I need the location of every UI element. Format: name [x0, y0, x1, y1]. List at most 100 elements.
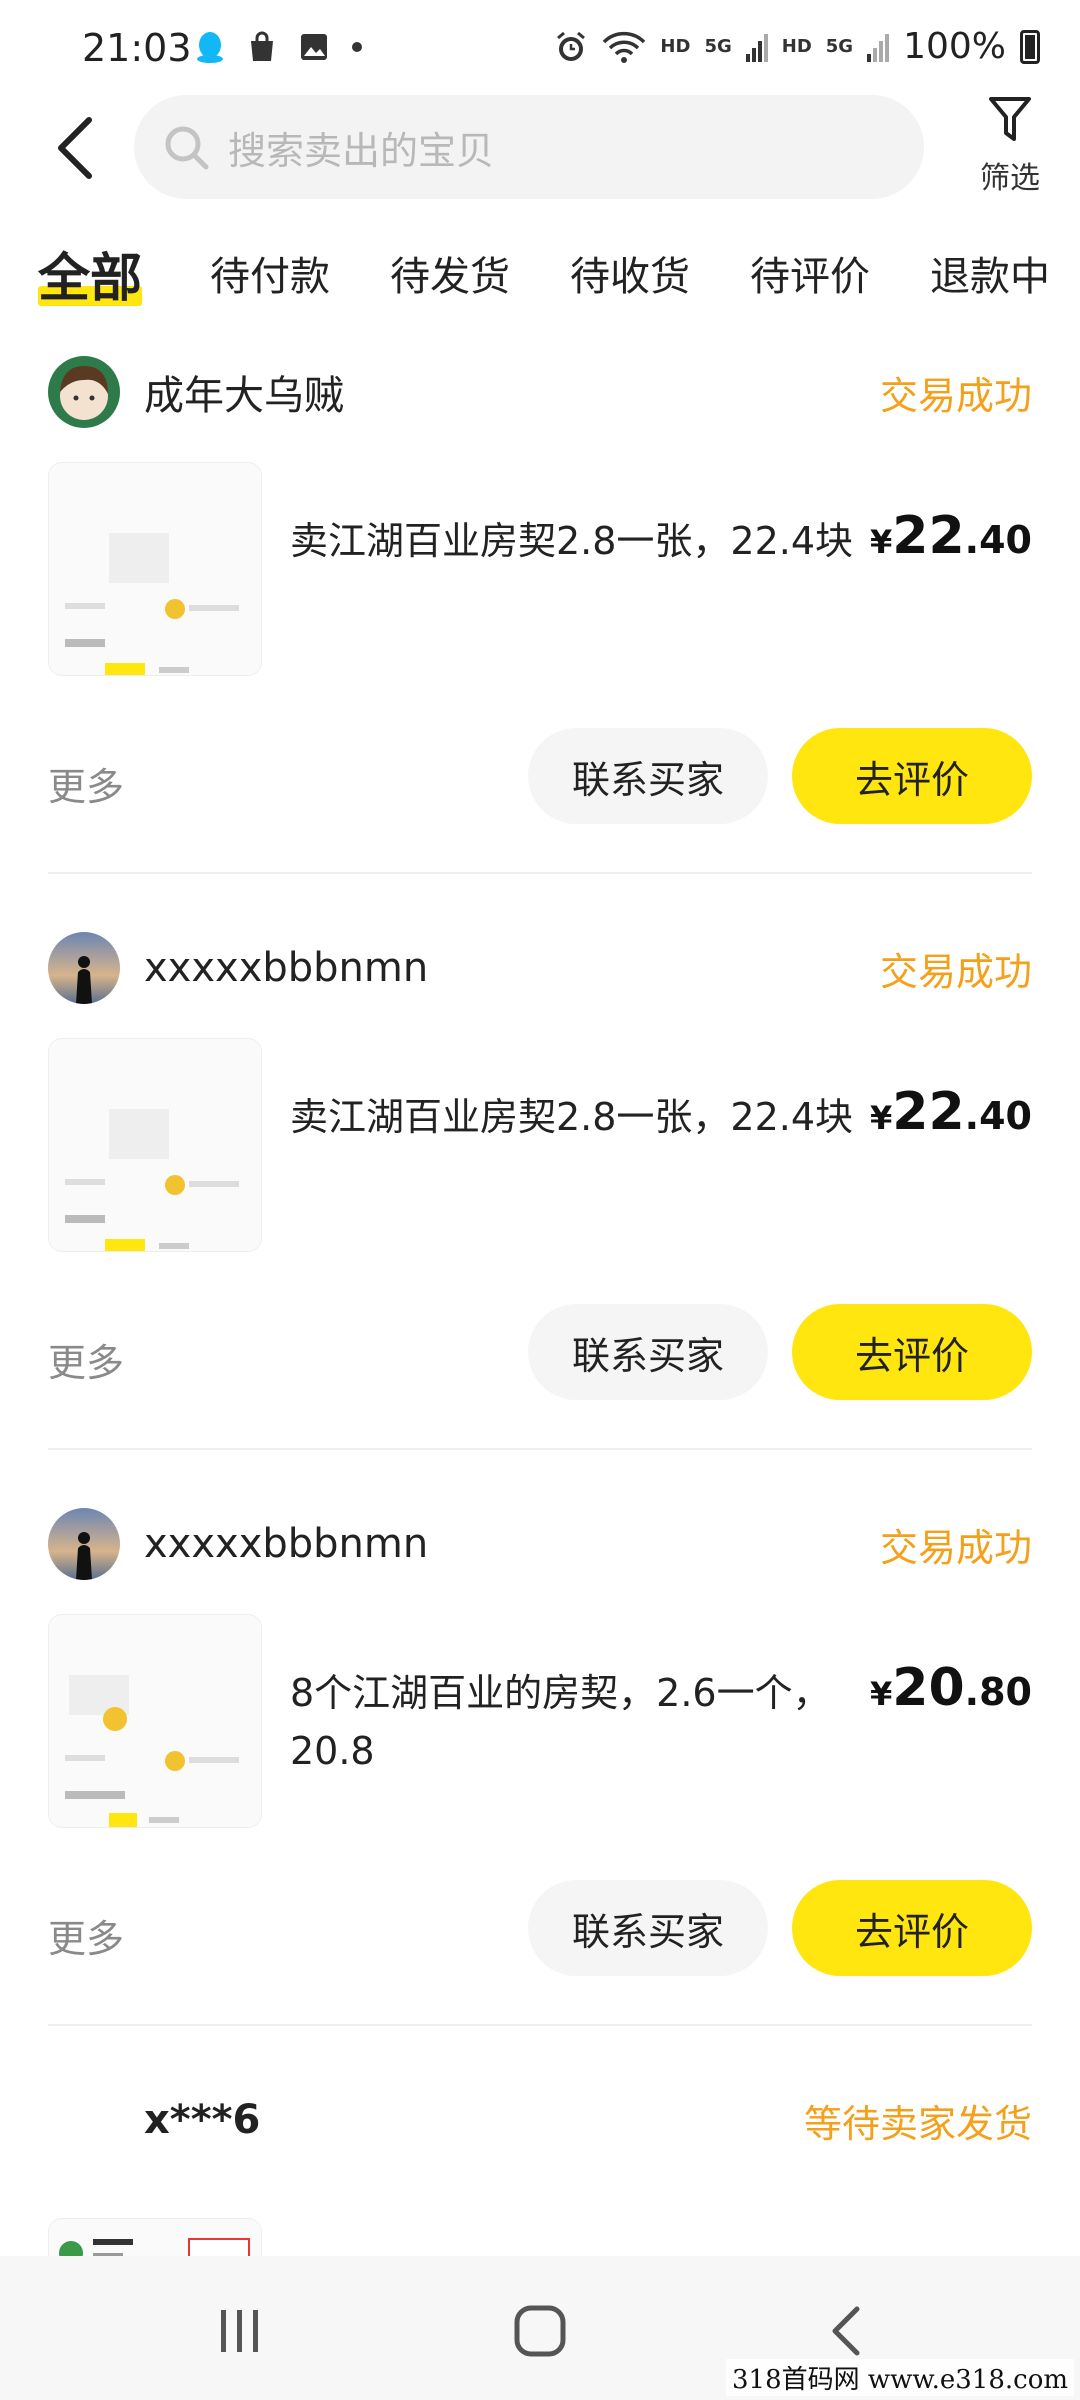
review-button[interactable]: 去评价 — [792, 1304, 1032, 1400]
product-thumbnail[interactable] — [48, 1038, 262, 1252]
order-status: 等待卖家发货 — [803, 2101, 1032, 2146]
divider — [48, 2024, 1032, 2026]
contact-buyer-button[interactable]: 联系买家 — [528, 1880, 768, 1976]
price-currency: ¥ — [870, 523, 893, 561]
price: ¥20.80 — [870, 1658, 1032, 1718]
gallery-icon — [301, 34, 327, 60]
price: ¥22.40 — [870, 1082, 1032, 1142]
buyer-row: 成年大乌贼 交易成功 — [48, 352, 1032, 432]
notification-icons — [195, 30, 363, 64]
order-status: 交易成功 — [879, 949, 1032, 994]
price-decimal: .40 — [964, 1094, 1032, 1138]
price-integer: 22 — [892, 506, 965, 566]
product-row[interactable]: 卖江湖百业房契2.8一张，22.4块 ¥22.40 — [48, 1038, 1032, 1252]
order-tabs: 全部 待付款 待发货 待收货 待评价 退款中 — [0, 236, 1080, 316]
watermark: 318首码网 www.e318.com — [726, 2359, 1074, 2396]
price-currency: ¥ — [870, 1099, 893, 1137]
network-label: 5G — [704, 36, 732, 57]
product-thumbnail[interactable] — [48, 462, 262, 676]
price-integer: 20 — [892, 1658, 965, 1718]
status-time: 21:03 — [82, 26, 192, 70]
tab-pending-payment[interactable]: 待付款 — [210, 244, 330, 302]
system-nav-bar: 318首码网 www.e318.com — [0, 2256, 1080, 2400]
wifi-icon — [603, 31, 646, 63]
search-input[interactable]: 搜索卖出的宝贝 — [134, 95, 924, 199]
order-card[interactable]: xxxxxbbbnmn 交易成功 8个江湖百业的房契，2.6一个，20.8 ¥2… — [0, 1492, 1080, 2067]
buyer-row: x***6 等待卖家发货 — [48, 2080, 1032, 2160]
order-card[interactable]: 成年大乌贼 交易成功 卖江湖百业房契2.8一张，22.4块 ¥22.40 更多 … — [0, 340, 1080, 915]
order-actions: 更多 联系买家 去评价 — [48, 1880, 1032, 1980]
chevron-left-icon — [58, 117, 92, 179]
tab-pending-review[interactable]: 待评价 — [750, 244, 870, 302]
system-back-button[interactable] — [805, 2296, 885, 2366]
system-status-icons: HD 5G HD 5G 100% — [554, 26, 1040, 67]
product-thumbnail[interactable] — [48, 2218, 262, 2256]
price: ¥22.40 — [870, 506, 1032, 566]
filter-icon — [989, 97, 1031, 141]
qq-penguin-icon — [197, 32, 223, 63]
product-row[interactable]: 卖江湖百业房契2.8一张，22.4块 ¥22.40 — [48, 462, 1032, 676]
tab-pending-shipment[interactable]: 待发货 — [390, 244, 510, 302]
status-bar: 21:03 HD 5G HD 5G 100% — [0, 0, 1080, 100]
home-icon — [514, 2305, 566, 2357]
price-decimal: .40 — [964, 518, 1032, 562]
tab-all[interactable]: 全部 — [38, 236, 142, 311]
more-link[interactable]: 更多 — [48, 1908, 124, 1963]
buyer-name: xxxxxbbbnmn — [144, 1521, 429, 1567]
divider — [48, 1448, 1032, 1450]
order-actions: 更多 联系买家 去评价 — [48, 728, 1032, 828]
contact-buyer-button[interactable]: 联系买家 — [528, 728, 768, 824]
network-label: HD — [660, 36, 691, 57]
header: 搜索卖出的宝贝 筛选 — [0, 95, 1080, 205]
divider — [48, 872, 1032, 874]
product-row[interactable]: 8个江湖百业的房契，2.6一个，20.8 ¥20.80 — [48, 1614, 1032, 1828]
buyer-row: xxxxxbbbnmn 交易成功 — [48, 928, 1032, 1008]
price-currency: ¥ — [870, 1675, 893, 1713]
recent-apps-button[interactable] — [200, 2296, 280, 2366]
filter-button[interactable]: 筛选 — [960, 95, 1060, 205]
contact-buyer-button[interactable]: 联系买家 — [528, 1304, 768, 1400]
battery-percent: 100% — [903, 26, 1006, 67]
recent-apps-icon — [221, 2310, 258, 2352]
avatar[interactable] — [48, 2084, 120, 2156]
order-card[interactable]: xxxxxbbbnmn 交易成功 卖江湖百业房契2.8一张，22.4块 ¥22.… — [0, 916, 1080, 1491]
more-link[interactable]: 更多 — [48, 1332, 124, 1387]
search-placeholder: 搜索卖出的宝贝 — [228, 128, 495, 173]
product-title[interactable]: 8个江湖百业的房契，2.6一个，20.8 — [290, 1664, 870, 1780]
alarm-icon — [557, 31, 586, 61]
price-decimal: .80 — [964, 1670, 1032, 1714]
avatar[interactable] — [48, 356, 120, 428]
product-row[interactable] — [48, 2218, 1032, 2256]
order-actions: 更多 联系买家 去评价 — [48, 1304, 1032, 1404]
avatar[interactable] — [48, 932, 120, 1004]
buyer-name: xxxxxbbbnmn — [144, 945, 429, 991]
buyer-row: xxxxxbbbnmn 交易成功 — [48, 1504, 1032, 1584]
order-status: 交易成功 — [879, 1525, 1032, 1570]
search-icon — [165, 126, 209, 170]
battery-icon — [1020, 29, 1040, 64]
review-button[interactable]: 去评价 — [792, 1880, 1032, 1976]
dot-icon — [352, 42, 362, 52]
price-integer: 22 — [892, 1082, 965, 1142]
network-label: HD — [781, 36, 812, 57]
product-title[interactable]: 卖江湖百业房契2.8一张，22.4块 — [290, 512, 870, 570]
network-label: 5G — [825, 36, 854, 57]
buyer-name: 成年大乌贼 — [144, 373, 344, 419]
order-status: 交易成功 — [879, 373, 1032, 418]
order-card[interactable]: x***6 等待卖家发货 — [0, 2068, 1080, 2256]
avatar[interactable] — [48, 1508, 120, 1580]
back-button[interactable] — [40, 113, 110, 183]
tab-refunding[interactable]: 退款中 — [930, 244, 1050, 302]
product-title[interactable]: 卖江湖百业房契2.8一张，22.4块 — [290, 1088, 870, 1146]
home-button[interactable] — [500, 2296, 580, 2366]
more-link[interactable]: 更多 — [48, 756, 124, 811]
tab-pending-receipt[interactable]: 待收货 — [570, 244, 690, 302]
signal-icon — [745, 33, 768, 62]
buyer-name: x***6 — [144, 2097, 261, 2143]
back-icon — [832, 2306, 860, 2356]
filter-label: 筛选 — [980, 161, 1040, 196]
signal-icon — [867, 33, 890, 62]
shopping-bag-icon — [251, 31, 273, 61]
review-button[interactable]: 去评价 — [792, 728, 1032, 824]
product-thumbnail[interactable] — [48, 1614, 262, 1828]
